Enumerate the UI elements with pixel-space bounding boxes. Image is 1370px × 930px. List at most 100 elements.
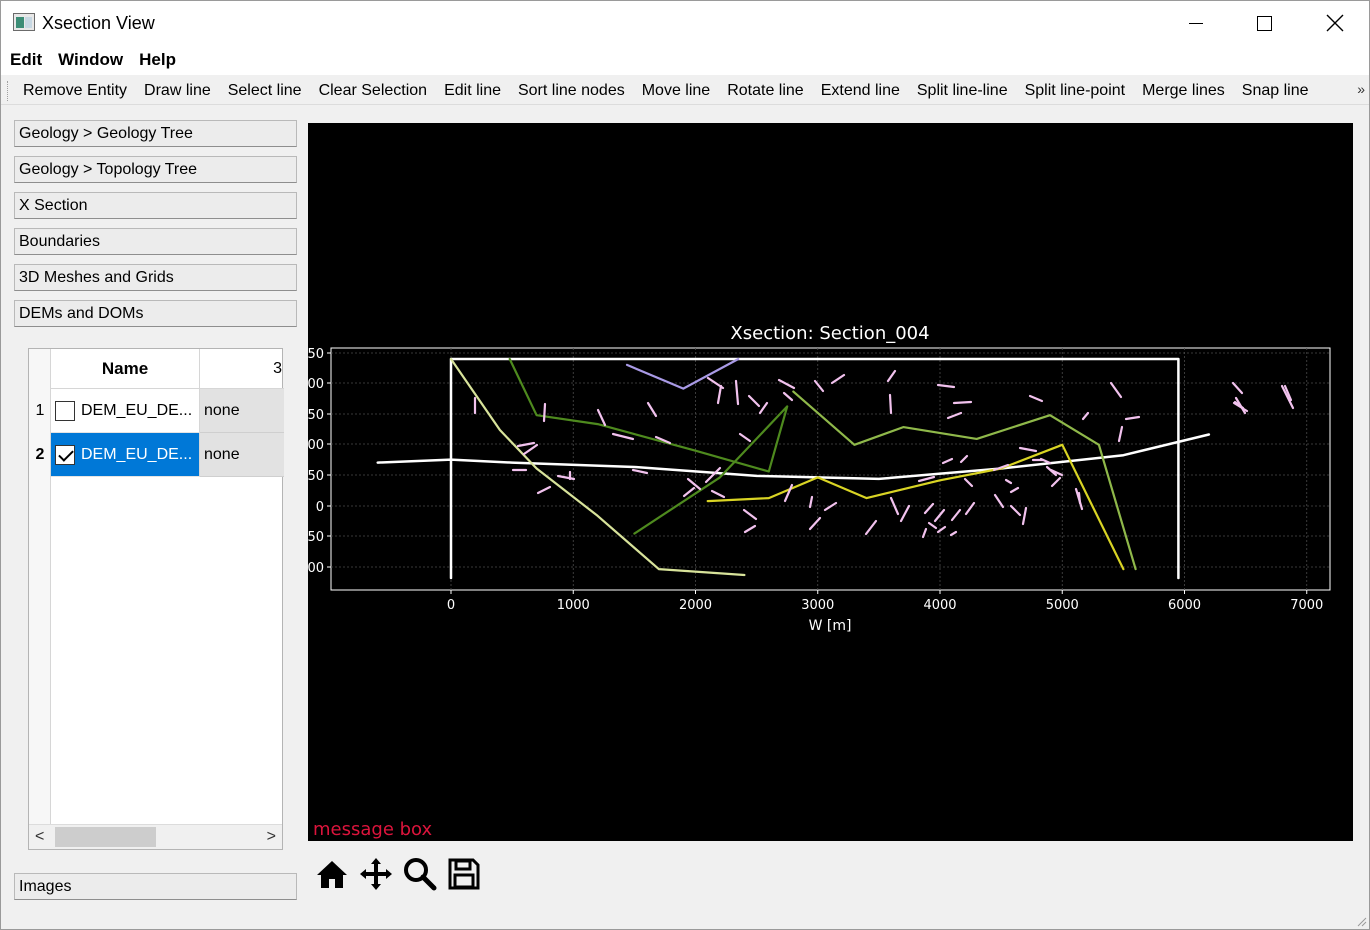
move-line-button[interactable]: Move line bbox=[642, 82, 710, 100]
dock-topology-tree[interactable]: Geology > Topology Tree bbox=[14, 156, 297, 183]
toolbar-overflow-icon[interactable]: » bbox=[1357, 81, 1365, 97]
dock-images[interactable]: Images bbox=[14, 873, 297, 900]
scroll-left-icon[interactable]: < bbox=[35, 828, 44, 846]
message-box: message box bbox=[313, 819, 433, 840]
attitude-mark bbox=[522, 443, 539, 456]
series-line bbox=[376, 433, 1211, 481]
split-line-line-button[interactable]: Split line-line bbox=[917, 82, 1008, 100]
scroll-right-icon[interactable]: > bbox=[267, 828, 276, 846]
close-icon bbox=[1326, 14, 1344, 32]
attitude-mark bbox=[899, 504, 911, 523]
attitude-mark bbox=[536, 485, 552, 495]
edit-line-button[interactable]: Edit line bbox=[444, 82, 501, 100]
window-title: Xsection View bbox=[42, 13, 155, 33]
attitude-mark bbox=[936, 383, 956, 389]
save-icon[interactable] bbox=[445, 855, 483, 893]
sort-line-nodes-button[interactable]: Sort line nodes bbox=[518, 82, 625, 100]
rotate-line-button[interactable]: Rotate line bbox=[727, 82, 804, 100]
plot-canvas[interactable]: Xsection: Section_004 50 00 50 00 50 0 50 00 01… bbox=[308, 123, 1353, 841]
attitude-mark bbox=[1109, 381, 1123, 399]
attitude-mark bbox=[927, 521, 938, 530]
dock-3d-meshes[interactable]: 3D Meshes and Grids bbox=[14, 264, 297, 291]
menu-window[interactable]: Window bbox=[58, 50, 123, 70]
attitude-mark bbox=[782, 391, 794, 402]
attitude-mark bbox=[830, 373, 846, 385]
attitude-mark bbox=[963, 477, 974, 488]
dock-geology-tree[interactable]: Geology > Geology Tree bbox=[14, 120, 297, 147]
attitude-mark bbox=[921, 527, 928, 539]
y-tick-label: 00 bbox=[308, 377, 324, 392]
x-tick-label: 1000 bbox=[557, 598, 590, 613]
scrollbar-thumb[interactable] bbox=[55, 827, 156, 847]
menu-help[interactable]: Help bbox=[139, 50, 176, 70]
home-icon[interactable] bbox=[313, 855, 351, 893]
dock-x-section[interactable]: X Section bbox=[14, 192, 297, 219]
attitude-mark bbox=[936, 525, 947, 534]
table-row-name[interactable]: DEM_EU_DE... bbox=[51, 389, 200, 433]
table-row-value[interactable]: none bbox=[200, 433, 284, 477]
attitude-marks bbox=[473, 369, 1295, 539]
maximize-button[interactable] bbox=[1241, 1, 1287, 45]
attitude-mark bbox=[917, 475, 936, 483]
pan-icon[interactable] bbox=[357, 855, 395, 893]
title-bar: Xsection View bbox=[1, 1, 1369, 45]
x-axis-label: W [m] bbox=[809, 618, 852, 634]
row-checkbox[interactable] bbox=[55, 444, 75, 465]
table-row-name[interactable]: DEM_EU_DE... bbox=[51, 433, 200, 477]
clear-selection-button[interactable]: Clear Selection bbox=[319, 82, 428, 100]
zoom-icon[interactable] bbox=[401, 855, 439, 893]
attitude-mark bbox=[611, 432, 635, 441]
column-header-name[interactable]: Name bbox=[51, 349, 200, 389]
attitude-mark bbox=[556, 474, 576, 481]
attitude-mark bbox=[542, 402, 547, 423]
edit-toolbar: Remove Entity Draw line Select line Clea… bbox=[1, 77, 1369, 105]
xsection-plot[interactable]: Xsection: Section_004 500050005005000 01… bbox=[308, 123, 1353, 841]
x-tick-labels: 0 1000 2000 3000 4000 5000 6000 7000 bbox=[447, 598, 1323, 613]
attitude-mark bbox=[758, 401, 769, 415]
attitude-mark bbox=[946, 411, 963, 420]
row-number[interactable]: 1 bbox=[29, 389, 51, 433]
y-tick-labels: 50 00 50 00 50 0 50 00 bbox=[308, 347, 324, 576]
series-layer bbox=[376, 357, 1211, 580]
split-line-point-button[interactable]: Split line-point bbox=[1025, 82, 1126, 100]
toolbar-grip[interactable] bbox=[7, 81, 10, 101]
close-button[interactable] bbox=[1312, 1, 1358, 45]
remove-entity-button[interactable]: Remove Entity bbox=[23, 82, 127, 100]
series-line bbox=[449, 357, 746, 577]
x-tick-label: 5000 bbox=[1046, 598, 1079, 613]
attitude-mark bbox=[783, 483, 794, 503]
column-header-3[interactable]: 3 bbox=[200, 349, 284, 389]
attitude-mark bbox=[813, 379, 825, 393]
minimize-button[interactable] bbox=[1173, 1, 1219, 45]
series-line bbox=[625, 357, 740, 390]
extend-line-button[interactable]: Extend line bbox=[821, 82, 900, 100]
attitude-mark bbox=[1004, 478, 1013, 485]
minimize-icon bbox=[1189, 22, 1203, 24]
y-tick-label: 00 bbox=[308, 561, 324, 576]
snap-line-button[interactable]: Snap line bbox=[1242, 82, 1309, 100]
attitude-mark bbox=[1021, 506, 1028, 526]
horizontal-scrollbar[interactable]: < > bbox=[29, 824, 282, 849]
attitude-mark bbox=[864, 519, 878, 536]
resize-grip-icon[interactable] bbox=[1355, 915, 1367, 927]
attitude-mark bbox=[993, 493, 1005, 509]
draw-line-button[interactable]: Draw line bbox=[144, 82, 211, 100]
plot-nav-toolbar bbox=[313, 855, 489, 893]
attitude-mark bbox=[808, 516, 822, 531]
row-checkbox[interactable] bbox=[55, 400, 75, 421]
attitude-mark bbox=[923, 502, 935, 515]
attitude-mark bbox=[888, 393, 893, 415]
attitude-mark bbox=[742, 508, 758, 521]
merge-lines-button[interactable]: Merge lines bbox=[1142, 82, 1225, 100]
attitude-mark bbox=[1117, 425, 1124, 443]
attitude-mark bbox=[1124, 415, 1141, 421]
select-line-button[interactable]: Select line bbox=[228, 82, 302, 100]
dock-dems-doms[interactable]: DEMs and DOMs bbox=[14, 300, 297, 327]
attitude-mark bbox=[710, 489, 726, 499]
dock-boundaries[interactable]: Boundaries bbox=[14, 228, 297, 255]
maximize-icon bbox=[1256, 15, 1272, 31]
y-tick-label: 0 bbox=[316, 500, 324, 515]
table-row-value[interactable]: none bbox=[200, 389, 284, 433]
row-number[interactable]: 2 bbox=[29, 433, 51, 477]
menu-edit[interactable]: Edit bbox=[10, 50, 42, 70]
